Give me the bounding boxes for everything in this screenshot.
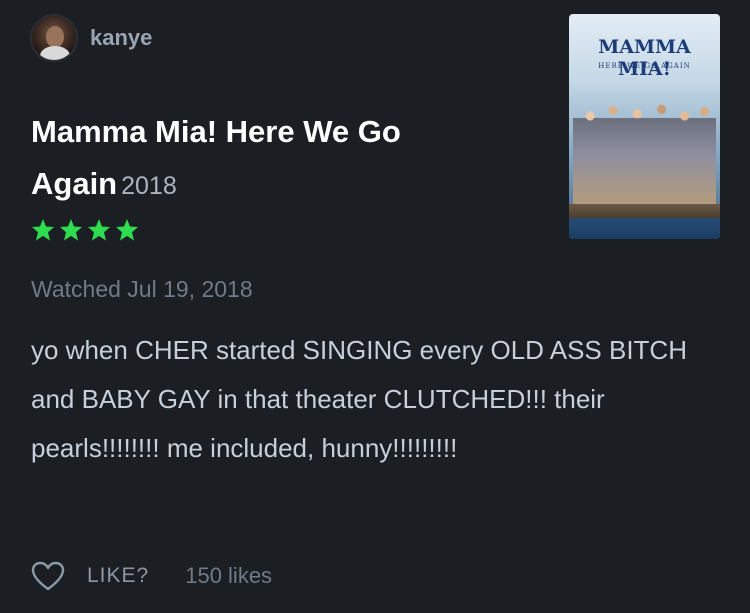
user-avatar[interactable] (30, 14, 78, 62)
review-footer: LIKE? 150 likes (31, 561, 272, 591)
star-icon (60, 219, 82, 241)
poster-cast-image (573, 94, 716, 204)
film-title-block: Mamma Mia! Here We Go Again 2018 (31, 106, 521, 212)
film-year[interactable]: 2018 (121, 172, 177, 200)
star-rating (31, 218, 139, 242)
film-poster[interactable]: MAMMA MIA! HERE WE GO AGAIN (569, 14, 720, 239)
like-button[interactable]: LIKE? (87, 564, 149, 588)
like-count[interactable]: 150 likes (185, 563, 272, 589)
star-icon (116, 219, 138, 241)
review-text: yo when CHER started SINGING every OLD A… (31, 335, 687, 463)
watched-date: Watched Jul 19, 2018 (31, 276, 253, 302)
review-header: kanye (30, 14, 152, 62)
star-icon (88, 219, 110, 241)
username[interactable]: kanye (90, 25, 152, 51)
poster-title: MAMMA MIA! (598, 36, 691, 80)
poster-subtitle: HERE WE GO AGAIN (598, 62, 691, 70)
film-title[interactable]: Mamma Mia! Here We Go Again (31, 114, 401, 201)
heart-icon[interactable] (31, 561, 65, 591)
poster-dock-image (569, 204, 720, 239)
star-icon (32, 219, 54, 241)
